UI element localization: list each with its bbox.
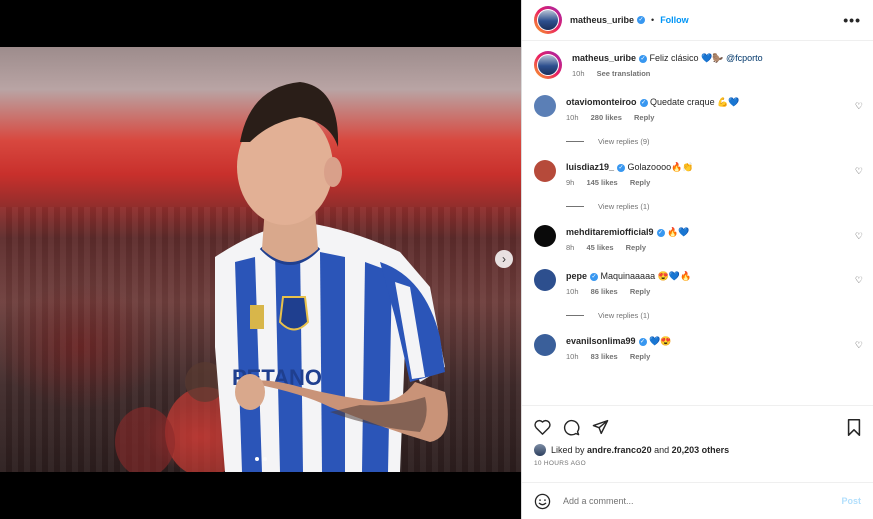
like-heart-icon[interactable] — [534, 419, 551, 435]
comment-item: pepe ✓ Maquinaaaaa 😍💙🔥 10h 86 likes Reply… — [522, 269, 873, 299]
verified-badge-icon: ✓ — [639, 54, 648, 63]
liked-by-user[interactable]: andre.franco20 — [587, 445, 652, 455]
comment-time[interactable]: 10h — [566, 113, 579, 122]
caption-avatar[interactable] — [534, 51, 562, 79]
comment-time[interactable]: 8h — [566, 243, 574, 252]
comment-item: mehditaremiofficial9 ✓ 🔥💙 8h 45 likes Rep… — [522, 225, 873, 255]
post-comment-button[interactable]: Post — [841, 496, 861, 506]
carousel-dot-1 — [255, 457, 259, 461]
liked-by-prefix: Liked by — [551, 445, 585, 455]
verified-badge-icon: ✓ — [617, 163, 626, 172]
view-replies-button[interactable]: View replies (1) — [566, 311, 873, 320]
like-comment-heart-icon[interactable]: ♡ — [855, 340, 863, 351]
separator-dot: • — [651, 15, 655, 25]
reply-button[interactable]: Reply — [630, 352, 650, 361]
comment-text: Maquinaaaaa 😍💙🔥 — [600, 271, 692, 281]
follow-button[interactable]: Follow — [660, 15, 689, 25]
like-comment-heart-icon[interactable]: ♡ — [855, 275, 863, 286]
commenter-avatar[interactable] — [534, 95, 556, 117]
reply-button[interactable]: Reply — [630, 178, 650, 187]
comment-item: evanilsonlima99 ✓ 💙😍 10h 83 likes Reply ♡ — [522, 334, 873, 364]
view-replies-button[interactable]: View replies (9) — [566, 137, 873, 146]
caption-text: Feliz clásico 💙🦫 — [649, 53, 724, 63]
comment-text: Quedate craque 💪💙 — [650, 97, 740, 107]
reply-button[interactable]: Reply — [630, 287, 650, 296]
caption: matheus_uribe ✓ Feliz clásico 💙🦫 @fcporto… — [522, 41, 873, 81]
commenter-username[interactable]: mehditaremiofficial9 — [566, 227, 654, 237]
next-media-button[interactable]: › — [495, 250, 513, 268]
add-comment-input[interactable] — [561, 495, 842, 507]
like-comment-heart-icon[interactable]: ♡ — [855, 101, 863, 112]
verified-badge-icon: ✓ — [590, 272, 599, 281]
view-replies-label: View replies (9) — [598, 137, 650, 146]
liked-by-and: and — [654, 445, 670, 455]
caption-username[interactable]: matheus_uribe — [572, 53, 636, 63]
commenter-avatar[interactable] — [534, 269, 556, 291]
comment-likes[interactable]: 145 likes — [586, 178, 617, 187]
verified-badge-icon: ✓ — [637, 16, 646, 24]
comment-likes[interactable]: 83 likes — [591, 352, 618, 361]
liker-avatar[interactable] — [534, 444, 546, 456]
commenter-avatar[interactable] — [534, 334, 556, 356]
post-actions: Liked by andre.franco20 and 20,203 other… — [522, 405, 873, 475]
commenter-username[interactable]: pepe — [566, 271, 587, 281]
carousel-dot-2 — [263, 457, 267, 461]
comment-text: Golazoooo🔥👏 — [627, 162, 694, 172]
view-replies-label: View replies (1) — [598, 311, 650, 320]
more-options-icon[interactable]: ••• — [843, 12, 861, 28]
comment-text: 🔥💙 — [667, 227, 690, 237]
post-panel: matheus_uribe ✓ • Follow ••• matheus_uri… — [521, 0, 873, 519]
verified-badge-icon: ✓ — [639, 98, 648, 107]
author-username[interactable]: matheus_uribe — [570, 15, 634, 25]
reply-button[interactable]: Reply — [634, 113, 654, 122]
comment-text: 💙😍 — [649, 336, 672, 346]
view-replies-label: View replies (1) — [598, 202, 650, 211]
comment-likes[interactable]: 280 likes — [591, 113, 622, 122]
caption-time[interactable]: 10h — [572, 69, 585, 78]
view-replies-button[interactable]: View replies (1) — [566, 202, 873, 211]
verified-badge-icon: ✓ — [638, 337, 647, 346]
comment-item: otaviomonteiroo ✓ Quedate craque 💪💙 10h 2… — [522, 95, 873, 125]
share-paper-plane-icon[interactable] — [592, 419, 609, 435]
caption-mention[interactable]: @fcporto — [726, 53, 763, 63]
comments-list[interactable]: matheus_uribe ✓ Feliz clásico 💙🦫 @fcporto… — [522, 41, 873, 405]
comment-bubble-icon[interactable] — [563, 419, 580, 436]
post-photo[interactable]: PETANO — [0, 47, 521, 472]
liked-by-others[interactable]: 20,203 others — [672, 445, 730, 455]
author-avatar[interactable] — [534, 6, 562, 34]
commenter-username[interactable]: luisdiaz19_ — [566, 162, 614, 172]
liked-by-summary: Liked by andre.franco20 and 20,203 other… — [534, 444, 861, 456]
like-comment-heart-icon[interactable]: ♡ — [855, 231, 863, 242]
see-translation-button[interactable]: See translation — [597, 69, 651, 78]
comment-likes[interactable]: 45 likes — [586, 243, 613, 252]
bookmark-save-icon[interactable] — [847, 418, 861, 436]
comment-item: luisdiaz19_ ✓ Golazoooo🔥👏 9h 145 likes Re… — [522, 160, 873, 190]
comment-time[interactable]: 10h — [566, 287, 579, 296]
post-header: matheus_uribe ✓ • Follow ••• — [522, 0, 873, 41]
player-illustration: PETANO — [115, 82, 448, 472]
commenter-avatar[interactable] — [534, 160, 556, 182]
add-comment-bar: Post — [522, 482, 873, 519]
verified-badge-icon: ✓ — [656, 228, 665, 237]
commenter-username[interactable]: otaviomonteiroo — [566, 97, 637, 107]
chevron-right-icon: › — [502, 252, 506, 266]
comment-likes[interactable]: 86 likes — [591, 287, 618, 296]
like-comment-heart-icon[interactable]: ♡ — [855, 166, 863, 177]
reply-button[interactable]: Reply — [626, 243, 646, 252]
emoji-smiley-icon[interactable] — [534, 493, 551, 510]
post-timestamp[interactable]: 10 HOURS AGO — [534, 460, 861, 467]
carousel-dots — [255, 457, 267, 461]
comment-time[interactable]: 10h — [566, 352, 579, 361]
commenter-avatar[interactable] — [534, 225, 556, 247]
post-media: PETANO › — [0, 0, 521, 519]
comment-time[interactable]: 9h — [566, 178, 574, 187]
commenter-username[interactable]: evanilsonlima99 — [566, 336, 636, 346]
